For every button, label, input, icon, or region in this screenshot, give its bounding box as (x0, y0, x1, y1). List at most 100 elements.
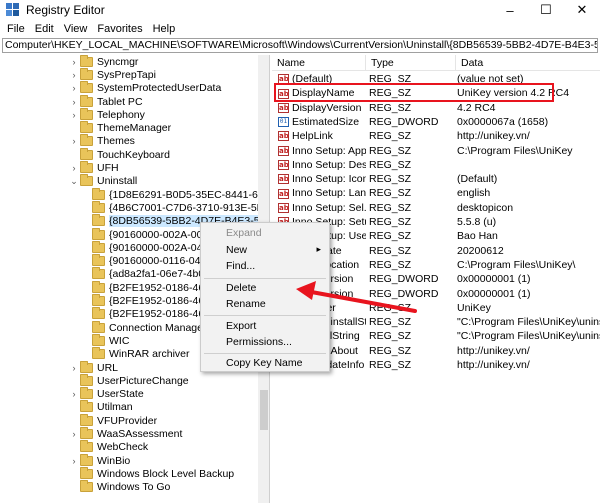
tree-item-label: WebCheck (97, 441, 149, 454)
value-row[interactable]: abInno Setup: Icon...REG_SZ (Default) (272, 172, 600, 187)
value-data: 0x00000001 (1) (457, 287, 531, 300)
folder-icon (92, 267, 105, 280)
menu-view[interactable]: View (59, 20, 93, 38)
value-row[interactable]: ab DisplayVersion REG_SZ 4.2 RC4 (272, 101, 600, 116)
value-row[interactable]: ab Inno Setup: Sel... REG_SZ desktopicon (272, 201, 600, 216)
tree-item-label: {4B6C7001-C7D6-3710-913E-5BC23FC (109, 201, 269, 214)
column-header-type[interactable]: Type (366, 55, 456, 71)
chevron-right-icon[interactable]: › (68, 83, 80, 93)
value-row[interactable]: ab HelpLink REG_SZ http://unikey.vn/ (272, 129, 600, 144)
tree-item[interactable]: {ad8a2fa1-06e7-4b0d-9 (80, 267, 219, 281)
tree-item[interactable]: › UserState (68, 387, 144, 401)
tree-item[interactable]: WinRAR archiver (80, 347, 190, 361)
folder-icon (80, 134, 93, 147)
chevron-right-icon[interactable]: › (68, 456, 80, 466)
chevron-down-icon[interactable]: ⌄ (68, 176, 80, 187)
value-row[interactable]: abInno Setup: Des...REG_SZ (272, 158, 600, 173)
context-permissions[interactable]: Permissions... (226, 336, 292, 348)
value-name-cell: abInno Setup: Des... (278, 158, 366, 173)
chevron-right-icon[interactable]: › (68, 97, 80, 107)
value-data: http://unikey.vn/ (457, 359, 530, 371)
value-name-cell: abInno Setup: Lan... (278, 186, 366, 201)
minimize-button[interactable]: – (492, 0, 528, 20)
value-data: 0x00000001 (1) (457, 273, 531, 286)
value-data (457, 158, 600, 173)
folder-icon (80, 147, 93, 160)
menu-edit[interactable]: Edit (30, 20, 59, 38)
context-new[interactable]: New (226, 244, 247, 256)
folder-icon (80, 440, 93, 453)
context-expand[interactable]: Expand (226, 227, 262, 239)
folder-icon (92, 240, 105, 253)
tree-item-label: Uninstall (97, 175, 138, 188)
value-row[interactable]: abInno Setup: Lan...REG_SZ english (272, 186, 600, 201)
tree-item[interactable]: › Telephony (68, 107, 145, 121)
chevron-right-icon[interactable]: › (68, 57, 80, 67)
tree-item[interactable]: {1D8E6291-B0D5-35EC-8441-6616F567 (80, 187, 269, 201)
value-type: REG_SZ (369, 201, 412, 214)
tree-item[interactable]: › WinBio (68, 453, 131, 467)
context-copy-key-name[interactable]: Copy Key Name (226, 357, 302, 369)
column-header-name[interactable]: Name (272, 55, 366, 71)
menu-favorites[interactable]: Favorites (92, 20, 147, 38)
value-type: REG_SZ (369, 101, 412, 114)
tree-item[interactable]: TouchKeyboard (68, 147, 170, 161)
tree-item[interactable]: › SysPrepTapi (68, 67, 156, 81)
chevron-right-icon[interactable]: › (68, 163, 80, 173)
address-bar[interactable]: Computer\HKEY_LOCAL_MACHINE\SOFTWARE\Mic… (2, 38, 598, 53)
tree-item[interactable]: WebCheck (68, 440, 149, 454)
chevron-right-icon[interactable]: › (68, 363, 80, 373)
context-separator (204, 315, 326, 316)
value-type: REG_SZ (369, 344, 412, 357)
tree-item[interactable]: Utilman (68, 400, 133, 414)
string-value-icon: ab (278, 174, 289, 185)
tree-item[interactable]: › UFH (68, 161, 119, 174)
context-rename[interactable]: Rename (226, 298, 266, 310)
tree-item[interactable]: ⌄ Uninstall (68, 174, 138, 188)
tree-item[interactable]: › SystemProtectedUserData (68, 81, 221, 95)
menu-file[interactable]: File (2, 20, 30, 38)
tree-item[interactable]: WIC (80, 333, 129, 347)
tree-item[interactable]: › WaaSAssessment (68, 427, 182, 440)
folder-icon (80, 121, 93, 134)
tree-item[interactable]: › URL (68, 360, 118, 374)
value-data: 5.5.8 (u) (457, 216, 497, 228)
tree-item[interactable]: ThemeManager (68, 121, 171, 135)
chevron-right-icon[interactable]: › (68, 429, 80, 439)
chevron-right-icon[interactable]: › (68, 110, 80, 120)
value-type: REG_DWORD (369, 115, 439, 128)
close-button[interactable]: ✕ (564, 0, 600, 20)
tree-item[interactable]: Windows Block Level Backup (68, 466, 234, 480)
value-row[interactable]: 01 EstimatedSize REG_DWORD 0x0000067a (1658… (272, 115, 600, 130)
value-name: Inno Setup: Lan... (292, 187, 366, 200)
chevron-right-icon[interactable]: › (68, 389, 80, 399)
maximize-button[interactable]: ☐ (528, 0, 564, 20)
context-find[interactable]: Find... (226, 260, 255, 272)
tree-item[interactable]: {4B6C7001-C7D6-3710-913E-5BC23FC (80, 200, 269, 214)
tree-item[interactable]: › Tablet PC (68, 94, 143, 108)
tree-item[interactable]: Connection Manager (80, 320, 206, 334)
value-row[interactable]: abInno Setup: App...REG_SZ C:\Program Fil… (272, 144, 600, 159)
tree-item[interactable]: UserPictureChange (68, 373, 189, 387)
context-delete[interactable]: Delete (226, 282, 256, 294)
value-data: "C:\Program Files\UniKey\unins000 (457, 330, 600, 343)
tree-item[interactable]: Windows To Go (68, 480, 171, 494)
folder-icon (80, 81, 93, 94)
column-header-data[interactable]: Data (456, 55, 600, 71)
context-export[interactable]: Export (226, 320, 256, 332)
tree-item[interactable]: › Themes (68, 134, 135, 148)
scrollbar-thumb[interactable] (260, 390, 268, 430)
tree-item-label: Telephony (97, 108, 145, 121)
chevron-right-icon[interactable]: › (68, 136, 80, 146)
submenu-arrow-icon: ▸ (316, 244, 321, 254)
chevron-right-icon[interactable]: › (68, 70, 80, 80)
value-data: "C:\Program Files\UniKey\unins000 (457, 316, 600, 329)
value-data: desktopicon (457, 201, 514, 214)
folder-icon (80, 174, 93, 187)
tree-item-label: WinBio (97, 454, 131, 467)
tree-item-label: Windows To Go (97, 481, 171, 494)
tree-item[interactable]: VFUProvider (68, 413, 157, 427)
value-type: REG_SZ (369, 144, 412, 157)
menu-help[interactable]: Help (148, 20, 181, 38)
tree-item[interactable]: › Syncmgr (68, 55, 138, 68)
